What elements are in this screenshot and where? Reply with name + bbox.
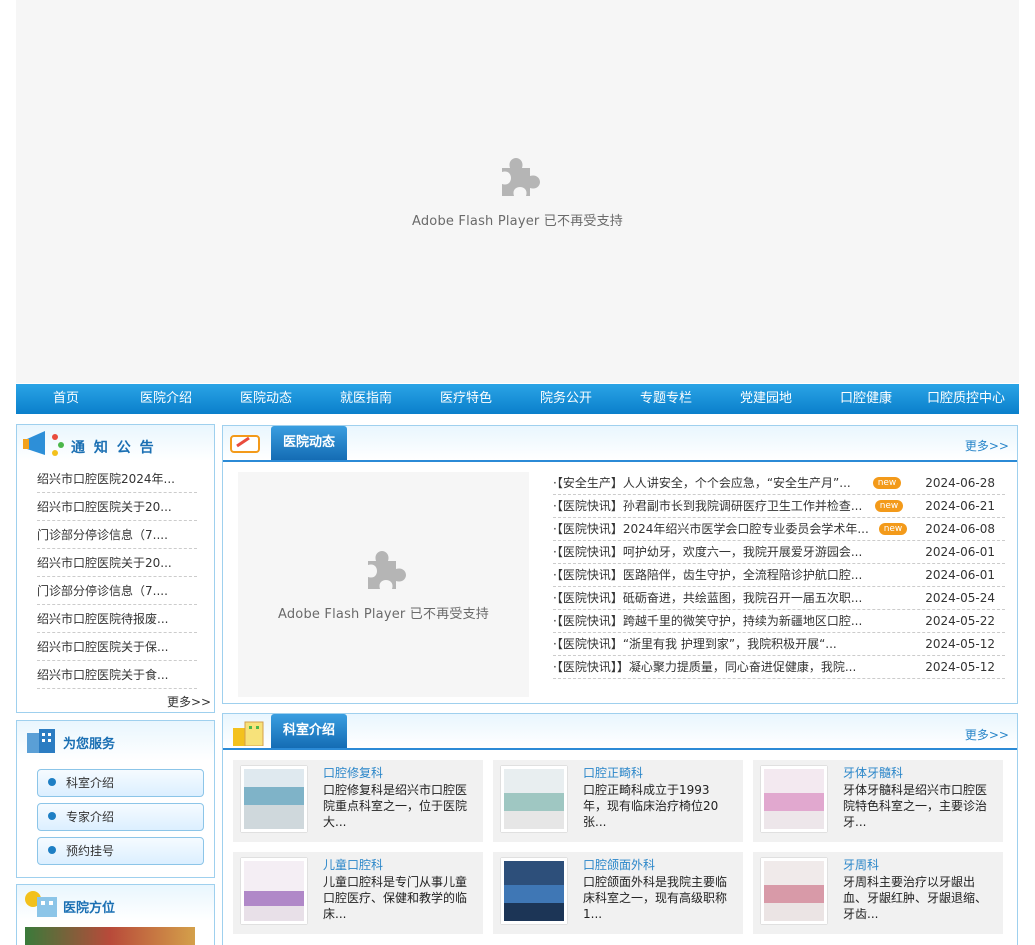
nav-item-quality-center[interactable]: 口腔质控中心: [916, 384, 1016, 414]
notice-item[interactable]: 门诊部分停诊信息（7....: [37, 521, 197, 549]
notice-item[interactable]: 绍兴市口腔医院关于保...: [37, 633, 197, 661]
dept-name[interactable]: 口腔颌面外科: [583, 856, 655, 873]
news-item[interactable]: ·【医院快讯】跨越千里的微笑守护，持续为新疆地区口腔... 2024-05-22: [553, 610, 1005, 633]
notice-item[interactable]: 绍兴市口腔医院待报废...: [37, 605, 197, 633]
expert-intro-button[interactable]: 专家介绍: [37, 803, 204, 831]
news-item[interactable]: ·【医院快讯】2024年绍兴市医学会口腔专业委员会学术年... new 2024-0…: [553, 518, 1005, 541]
notice-item[interactable]: 门诊部分停诊信息（7....: [37, 577, 197, 605]
dept-desc: 口腔颌面外科是我院主要临床科室之一，现有高级职称1...: [583, 875, 728, 921]
hospital-building-icon: [27, 729, 55, 753]
news-tab-title[interactable]: 医院动态: [271, 426, 348, 460]
location-building-icon: [25, 891, 57, 917]
notice-more-link[interactable]: 更多>>: [167, 693, 211, 710]
dept-card[interactable]: 口腔颌面外科 口腔颌面外科是我院主要临床科室之一，现有高级职称1...: [493, 852, 743, 934]
news-item[interactable]: ·【医院快讯】医路陪伴，齿生守护，全流程陪诊护航口腔... 2024-06-01: [553, 564, 1005, 587]
dept-photo[interactable]: [501, 766, 567, 832]
nav-item-about[interactable]: 医院介绍: [116, 384, 216, 414]
dept-card[interactable]: 牙体牙髓科 牙体牙髓科是绍兴市口腔医院特色科室之一，主要诊治牙...: [753, 760, 1003, 842]
news-item[interactable]: ·【安全生产】人人讲安全，个个会应急，“安全生产月”... new 2024-06-…: [553, 472, 1005, 495]
dept-name[interactable]: 牙体牙髓科: [843, 764, 903, 781]
notice-item[interactable]: 绍兴市口腔医院关于20...: [37, 549, 197, 577]
nav-item-public[interactable]: 院务公开: [516, 384, 616, 414]
dept-card[interactable]: 牙周科 牙周科主要治疗以牙龈出血、牙龈红肿、牙龈退缩、牙齿...: [753, 852, 1003, 934]
location-map-thumbnail[interactable]: [25, 927, 195, 945]
dept-name[interactable]: 口腔正畸科: [583, 764, 643, 781]
dept-intro-button[interactable]: 科室介绍: [37, 769, 204, 797]
dept-photo[interactable]: [761, 766, 827, 832]
nav-item-party[interactable]: 党建园地: [716, 384, 816, 414]
service-header: 为您服务: [17, 721, 214, 761]
nav-item-home[interactable]: 首页: [16, 384, 116, 414]
new-badge: new: [875, 500, 903, 512]
departments-panel: 科室介绍 更多>> 口腔修复科 口腔修复科是绍兴市口腔医院重点科室之一，位于医院…: [222, 713, 1018, 945]
nav-item-oral-health[interactable]: 口腔健康: [816, 384, 916, 414]
dept-name[interactable]: 牙周科: [843, 856, 879, 873]
news-item[interactable]: ·【医院快讯】】凝心聚力提质量，同心奋进促健康，我院... 2024-05-12: [553, 656, 1005, 679]
dept-photo[interactable]: [241, 766, 307, 832]
notice-header: 通 知 公 告: [17, 425, 214, 461]
news-panel: 医院动态 更多>> Adobe Flash Player 已不再受支持 ·【安全…: [222, 425, 1018, 704]
dept-photo[interactable]: [501, 858, 567, 924]
notice-title: 通 知 公 告: [71, 440, 156, 456]
dept-card[interactable]: 儿童口腔科 儿童口腔科是专门从事儿童口腔医疗、保健和教学的临床...: [233, 852, 483, 934]
dept-desc: 牙体牙髓科是绍兴市口腔医院特色科室之一，主要诊治牙...: [843, 783, 988, 829]
notice-item[interactable]: 绍兴市口腔医院2024年...: [37, 465, 197, 493]
service-panel: 为您服务 科室介绍 专家介绍 预约挂号: [16, 720, 215, 878]
location-title: 医院方位: [63, 901, 116, 916]
dept-photo[interactable]: [761, 858, 827, 924]
bullet-icon: [48, 778, 56, 786]
megaphone-icon: [23, 431, 64, 456]
news-item[interactable]: ·【医院快讯】孙君副市长到我院调研医疗卫生工作并检查... new 2024-06-…: [553, 495, 1005, 518]
notice-item[interactable]: 绍兴市口腔医院关于20...: [37, 493, 197, 521]
dept-card[interactable]: 口腔正畸科 口腔正畸科成立于1993年，现有临床治疗椅位20张...: [493, 760, 743, 842]
appointment-button[interactable]: 预约挂号: [37, 837, 204, 865]
puzzle-piece-icon: [367, 551, 406, 589]
dept-desc: 口腔修复科是绍兴市口腔医院重点科室之一，位于医院大...: [323, 783, 468, 829]
dept-desc: 牙周科主要治疗以牙龈出血、牙龈红肿、牙龈退缩、牙齿...: [843, 875, 988, 921]
bullet-icon: [48, 846, 56, 854]
service-title: 为您服务: [63, 737, 116, 752]
dept-name[interactable]: 口腔修复科: [323, 764, 383, 781]
notice-panel: 通 知 公 告 绍兴市口腔医院2024年... 绍兴市口腔医院关于20... 门…: [16, 424, 215, 713]
new-badge: new: [873, 477, 901, 489]
new-badge: new: [879, 523, 907, 535]
location-panel: 医院方位: [16, 884, 215, 945]
main-nav: 首页 医院介绍 医院动态 就医指南 医疗特色 院务公开 专题专栏 党建园地 口腔…: [16, 384, 1019, 414]
clinic-building-icon: [233, 721, 264, 746]
nav-item-guide[interactable]: 就医指南: [316, 384, 416, 414]
location-header: 医院方位: [17, 885, 214, 921]
news-item[interactable]: ·【医院快讯】呵护幼牙，欢度六一，我院开展爱牙游园会... 2024-06-01: [553, 541, 1005, 564]
news-item[interactable]: ·【医院快讯】“浙里有我 护理到家”，我院积极开展“... 2024-05-12: [553, 633, 1005, 656]
notice-item[interactable]: 绍兴市口腔医院关于食...: [37, 661, 197, 689]
news-flash-placeholder: Adobe Flash Player 已不再受支持: [238, 472, 529, 697]
news-pen-icon: [230, 435, 260, 453]
news-more-link[interactable]: 更多>>: [965, 437, 1009, 454]
dept-card[interactable]: 口腔修复科 口腔修复科是绍兴市口腔医院重点科室之一，位于医院大...: [233, 760, 483, 842]
departments-tab-title[interactable]: 科室介绍: [271, 714, 348, 748]
puzzle-piece-icon: [501, 158, 540, 196]
dept-name[interactable]: 儿童口腔科: [323, 856, 383, 873]
departments-more-link[interactable]: 更多>>: [965, 726, 1009, 743]
departments-header: 科室介绍 更多>>: [223, 714, 1017, 750]
nav-item-topics[interactable]: 专题专栏: [616, 384, 716, 414]
flash-unsupported-text: Adobe Flash Player 已不再受支持: [411, 214, 624, 229]
dept-desc: 儿童口腔科是专门从事儿童口腔医疗、保健和教学的临床...: [323, 875, 468, 921]
dept-desc: 口腔正畸科成立于1993年，现有临床治疗椅位20张...: [583, 783, 719, 829]
bullet-icon: [48, 812, 56, 820]
dept-photo[interactable]: [241, 858, 307, 924]
nav-item-news[interactable]: 医院动态: [216, 384, 316, 414]
flash-unsupported-text: Adobe Flash Player 已不再受支持: [277, 607, 490, 622]
hero-flash-placeholder: Adobe Flash Player 已不再受支持: [16, 0, 1019, 383]
nav-item-features[interactable]: 医疗特色: [416, 384, 516, 414]
news-header: 医院动态 更多>>: [223, 426, 1017, 462]
news-item[interactable]: ·【医院快讯】砥砺奋进，共绘蓝图，我院召开一届五次职... 2024-05-24: [553, 587, 1005, 610]
